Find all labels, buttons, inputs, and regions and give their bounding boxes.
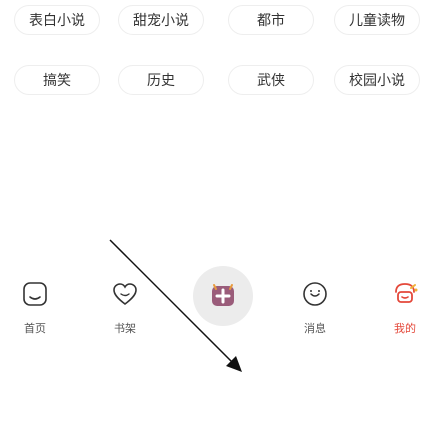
add-post-icon xyxy=(212,284,234,306)
tag-row1-1[interactable]: 表白小说 xyxy=(14,5,100,35)
tag-row2-4[interactable]: 校园小说 xyxy=(334,65,420,95)
nav-item-home[interactable]: 首页 xyxy=(5,277,65,347)
home-icon xyxy=(23,282,47,306)
nav-item-messages[interactable]: 消息 xyxy=(285,277,345,347)
tag-row1-2[interactable]: 甜宠小说 xyxy=(118,5,204,35)
nav-item-bookshelf[interactable]: 书架 xyxy=(95,277,155,347)
message-icon xyxy=(303,282,327,306)
app-screen: 表白小说 甜宠小说 都市 儿童读物 搞笑 历史 武侠 校园小说 首页 书架 消息… xyxy=(0,0,445,444)
nav-label-profile: 我的 xyxy=(394,322,416,335)
heart-icon xyxy=(113,283,137,306)
tag-row2-1[interactable]: 搞笑 xyxy=(14,65,100,95)
tag-row2-2[interactable]: 历史 xyxy=(118,65,204,95)
nav-item-profile[interactable]: 我的 xyxy=(375,277,435,347)
tag-row1-3[interactable]: 都市 xyxy=(228,5,314,35)
tag-row2-3[interactable]: 武侠 xyxy=(228,65,314,95)
tag-row1-4[interactable]: 儿童读物 xyxy=(334,5,420,35)
nav-label-home: 首页 xyxy=(24,322,46,335)
user-icon xyxy=(395,283,418,303)
nav-label-messages: 消息 xyxy=(304,322,326,335)
add-post-button[interactable] xyxy=(193,266,253,326)
nav-label-bookshelf: 书架 xyxy=(114,322,136,335)
